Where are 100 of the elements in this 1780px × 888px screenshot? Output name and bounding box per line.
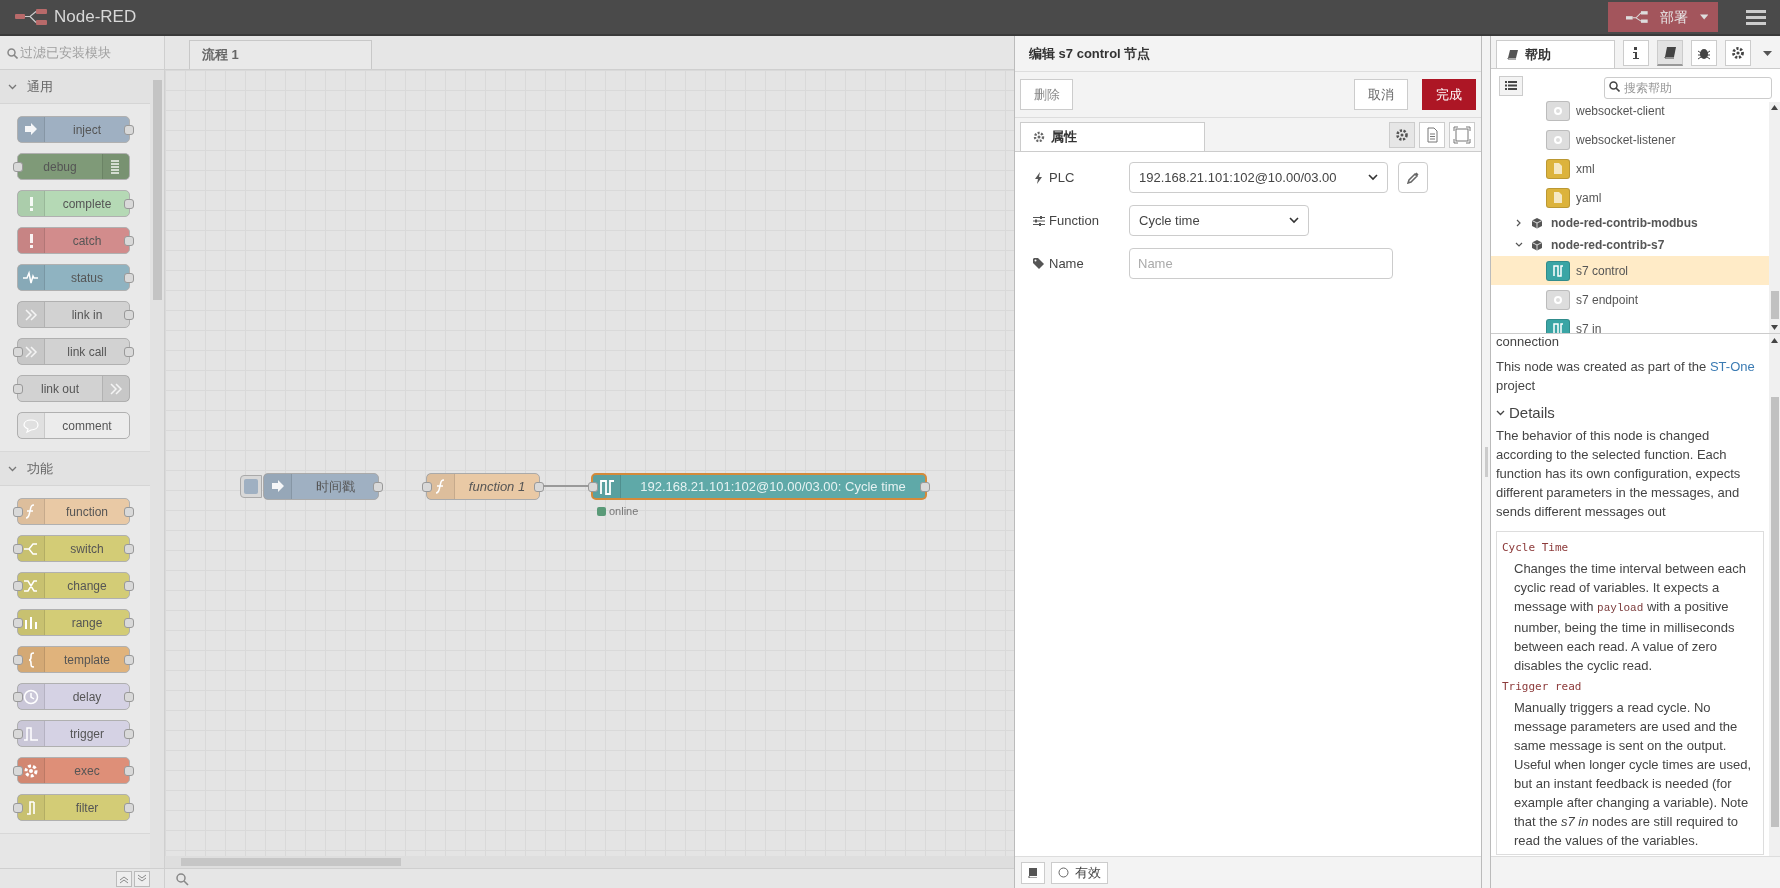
chevron-icon [1496,408,1505,417]
category-header[interactable]: 通用 [0,70,150,104]
help-button[interactable] [1021,861,1045,884]
output-port [124,580,134,591]
chevron-icon [8,82,17,91]
deploy-icon [1626,9,1648,25]
scrollbar[interactable] [1769,102,1780,333]
chevron-icon [1515,219,1523,227]
palette-node[interactable]: comment [17,412,130,439]
clock-icon [22,687,40,706]
name-field[interactable]: Name [1129,248,1393,279]
input-port [13,346,23,357]
node-label: link out [40,380,80,398]
category-header[interactable]: 功能 [0,452,150,486]
output-port [373,481,383,492]
app-title: Node-RED [54,6,137,29]
scrollbar[interactable] [150,70,164,868]
properties-tab[interactable]: 属性 [1020,122,1205,151]
chevron-icon [1289,217,1299,224]
input-port [13,543,23,554]
help-text: Manually triggers a read cycle. No message parameters are used and the same message is sent on the output. Useful when longer cycle times are used, but an instant feedback is needed (for example after changing a variable). Note that the s7 in nodes are still required to read the values of the variables. [1513,699,1752,850]
tray-title: 编辑 s7 control 节点 [1015,36,1481,72]
help-text: This node was created as part of the ST-One project [1496,358,1756,395]
scrollbar-thumb[interactable] [181,858,401,866]
tree-item[interactable]: s7 in [1491,314,1769,333]
field-label: Function [1049,211,1099,230]
book-icon [1027,867,1039,878]
resize-handle[interactable] [1484,447,1488,477]
pulse-wave-icon [597,477,616,496]
category-label: 通用 [27,77,53,96]
caret-icon[interactable] [1763,51,1772,57]
inject-button[interactable] [240,475,262,498]
collapse-all-icon[interactable] [116,870,132,887]
done-button[interactable]: 完成 [1422,79,1476,110]
logo-icon [14,8,48,26]
tree-label: websocket-listener [1576,131,1676,149]
enabled-toggle[interactable]: 有效 [1051,861,1108,884]
tree-item[interactable]: s7 endpoint [1491,285,1769,314]
tree-item[interactable]: s7 control [1491,256,1769,285]
filter-field[interactable]: 过滤已安装模块 [0,36,164,69]
help-text: connection [1496,334,1560,351]
output-port [124,346,134,357]
scroll-down-icon[interactable] [1771,325,1778,330]
node-label: link in [70,306,104,324]
menu-icon[interactable] [1746,9,1766,25]
exclamation-icon [28,195,34,212]
exclamation-icon [28,232,34,249]
node-label: change [66,577,108,595]
node-label: link call [66,343,108,361]
input-port [13,383,23,394]
tree-item[interactable]: node-red-contrib-modbus [1491,212,1769,234]
details-heading[interactable]: Details [1496,403,1764,422]
tree-item[interactable]: xml [1491,154,1769,183]
node-label: template [63,651,111,669]
delete-button[interactable]: 删除 [1020,79,1073,110]
scroll-up-icon[interactable] [1771,338,1778,343]
list-button[interactable] [1499,75,1523,96]
search-icon[interactable] [175,871,189,886]
sidebar-tool-button[interactable] [1725,40,1751,66]
dropdown[interactable]: Cycle time [1129,205,1309,236]
node-label: range [70,614,104,632]
tree-item[interactable]: node-red-contrib-s7 [1491,234,1769,256]
deploy-button[interactable]: 部署 [1608,2,1718,32]
scrollbar-thumb[interactable] [152,80,162,300]
expand-all-icon[interactable] [134,870,150,887]
cancel-button[interactable]: 取消 [1354,79,1408,110]
output-port [124,617,134,628]
tab-button[interactable] [1389,122,1415,148]
edit-button[interactable] [1398,162,1428,193]
link[interactable]: ST-One [1709,359,1755,374]
tree-item[interactable]: websocket-listener [1491,125,1769,154]
tree-label: yaml [1576,189,1602,207]
scrollbar-thumb[interactable] [1770,291,1779,319]
flow-tab[interactable]: 流程 1 [189,40,372,69]
input-port [13,728,23,739]
node-label: debug [42,158,78,176]
scroll-up-icon[interactable] [1771,105,1778,110]
dropdown[interactable]: 192.168.21.101:102@10.00/03.00 [1129,162,1388,193]
sidebar-tool-button[interactable] [1691,40,1717,66]
tree-item[interactable]: websocket-client [1491,96,1769,125]
circle-icon [1058,867,1069,878]
input-port [13,765,23,776]
tree-item[interactable]: yaml [1491,183,1769,212]
help-tab[interactable]: 帮助 [1496,40,1615,68]
chevron-icon [1515,241,1523,249]
package-icon [1531,239,1543,251]
scrollbar[interactable] [1769,334,1780,856]
list-icon [1505,81,1517,90]
output-port [124,309,134,320]
tree-label: s7 in [1576,320,1602,333]
scrollbar-thumb[interactable] [1770,397,1779,827]
input-port [13,617,23,628]
scrollbar[interactable] [165,856,1014,868]
sidebar-tool-button[interactable] [1623,40,1649,66]
tag-icon [1033,257,1045,270]
help-text: Changes the time interval between each cyclic read of variables. It expects a message with payload with a positive number, being the time in milliseconds between each read. A value of zero disables the cyclic read. [1513,560,1747,675]
field-label: PLC [1049,168,1075,187]
sidebar-tool-button[interactable] [1657,40,1683,66]
output-port [124,691,134,702]
search-field[interactable]: 搜索帮助 [1604,76,1772,99]
